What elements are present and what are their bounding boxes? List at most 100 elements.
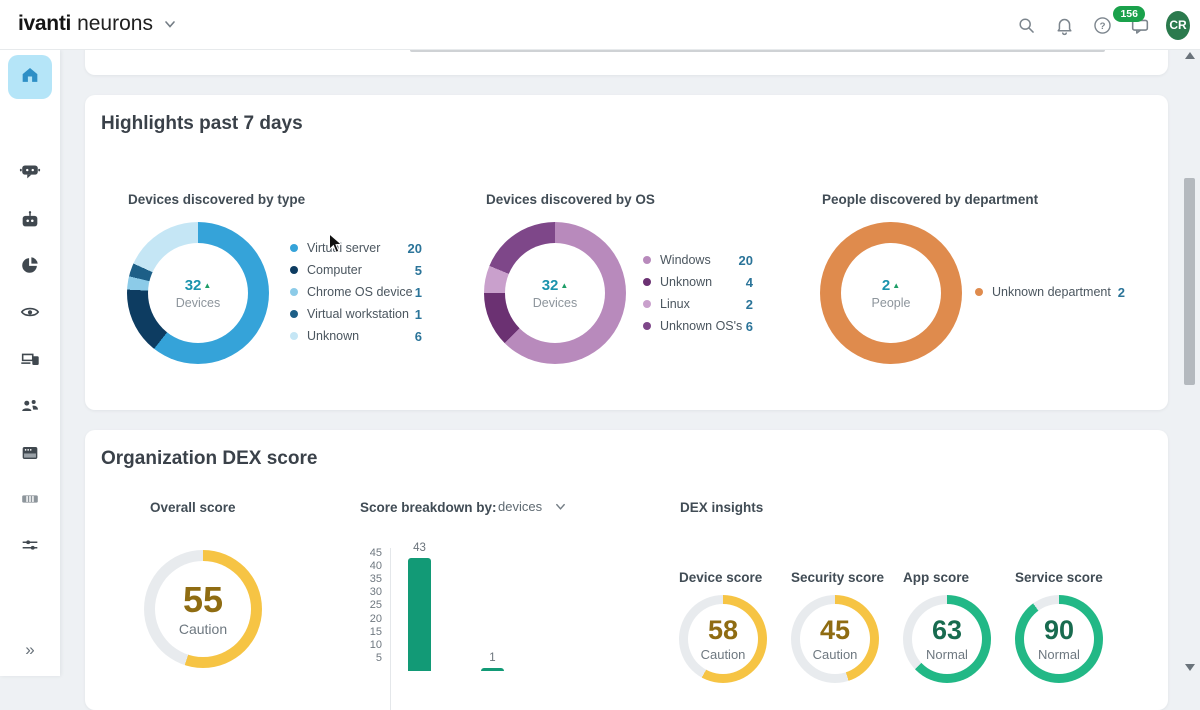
devices-icon — [19, 348, 41, 375]
legend-dot — [643, 256, 651, 264]
legend-item[interactable]: Unknown department2 — [975, 284, 1125, 300]
legend-dot — [643, 278, 651, 286]
legend-dot — [290, 310, 298, 318]
legend-dot — [643, 300, 651, 308]
trend-up-icon: ▲ — [560, 281, 568, 290]
dex-insights-label: DEX insights — [680, 500, 763, 515]
donut-center: 2▲ People — [841, 243, 941, 343]
app-score-block: App score 63Normal — [903, 570, 1015, 683]
donut-people-by-department[interactable]: 2▲ People — [820, 222, 962, 364]
home-icon — [19, 64, 41, 91]
score-breakdown-bar-chart[interactable]: 45403530252015105431 — [360, 540, 680, 710]
chart-title-people-by-department: People discovered by department — [822, 192, 1038, 207]
app-score-gauge: 63Normal — [903, 595, 991, 683]
sidebar-item-analytics[interactable] — [8, 245, 52, 289]
app-logo[interactable]: ivanti neurons — [18, 12, 177, 36]
dex-score-card: Organization DEX score Overall score 55 … — [85, 430, 1168, 710]
legend-item[interactable]: Chrome OS device1 — [290, 284, 422, 300]
notification-count-badge[interactable]: 156 — [1113, 6, 1145, 22]
device-score-gauge: 58Caution — [679, 595, 767, 683]
app-window-icon — [19, 442, 41, 469]
table-icon — [19, 488, 41, 515]
search-icon[interactable] — [1014, 13, 1038, 37]
service-score-block: Service score 90Normal — [1015, 570, 1127, 683]
sidebar-item-assistant[interactable] — [8, 151, 52, 195]
donut-center: 32▲ Devices — [148, 243, 248, 343]
overall-score-gauge: 55 Caution — [144, 550, 262, 668]
y-axis-tick: 10 — [360, 639, 382, 651]
scrollbar-down-arrow[interactable] — [1185, 664, 1195, 671]
overall-score-value: 55 — [183, 582, 223, 618]
legend-item[interactable]: Virtual server20 — [290, 240, 422, 256]
legend-item[interactable]: Unknown OS's6 — [643, 318, 753, 334]
bar[interactable] — [481, 668, 504, 671]
trend-up-icon: ▲ — [203, 281, 211, 290]
chart-title-devices-by-os: Devices discovered by OS — [486, 192, 655, 207]
highlights-card: Highlights past 7 days Devices discovere… — [85, 95, 1168, 410]
legend-item[interactable]: Windows20 — [643, 252, 753, 268]
notifications-bell-icon[interactable] — [1052, 13, 1076, 37]
bar[interactable] — [408, 558, 431, 671]
help-icon[interactable]: ? — [1090, 13, 1114, 37]
svg-text:?: ? — [1099, 21, 1105, 32]
y-axis-line — [390, 548, 391, 710]
logo-neurons: neurons — [77, 12, 153, 36]
legend-item[interactable]: Unknown6 — [290, 328, 422, 344]
donut-devices-by-os[interactable]: 32▲ Devices — [484, 222, 626, 364]
sidebar-item-workspace[interactable] — [8, 433, 52, 477]
legend-dot — [290, 266, 298, 274]
bar-value-label: 43 — [398, 542, 441, 554]
device-score-block: Device score 58Caution — [679, 570, 791, 683]
trend-up-icon: ▲ — [892, 281, 900, 290]
y-axis-tick: 15 — [360, 626, 382, 638]
legend-dot — [290, 332, 298, 340]
legend-item[interactable]: Linux2 — [643, 296, 753, 312]
breakdown-select[interactable]: devices — [498, 499, 567, 514]
donut-devices-by-type[interactable]: 32▲ Devices — [127, 222, 269, 364]
logo-ivanti: ivanti — [18, 12, 71, 36]
legend-dot — [975, 288, 983, 296]
sliders-icon — [19, 534, 41, 561]
scrollbar-thumb[interactable] — [1184, 178, 1195, 385]
service-score-gauge: 90Normal — [1015, 595, 1103, 683]
legend-item[interactable]: Computer5 — [290, 262, 422, 278]
chevron-down-icon[interactable] — [163, 17, 177, 31]
legend-people-by-department: Unknown department2 — [975, 284, 1125, 306]
pie-chart-icon — [19, 254, 41, 281]
legend-dot — [643, 322, 651, 330]
legend-item[interactable]: Unknown4 — [643, 274, 753, 290]
security-score-gauge: 45Caution — [791, 595, 879, 683]
sidebar-item-bots[interactable] — [8, 200, 52, 244]
eye-icon — [19, 301, 41, 328]
chart-title-devices-by-type: Devices discovered by type — [128, 192, 305, 207]
bar-value-label: 1 — [471, 652, 514, 664]
people-icon — [19, 394, 41, 421]
sidebar-item-admin[interactable] — [8, 525, 52, 569]
y-axis-tick: 5 — [360, 652, 382, 664]
scrollbar-up-arrow[interactable] — [1185, 52, 1195, 59]
highlights-title: Highlights past 7 days — [101, 113, 303, 135]
legend-item[interactable]: Virtual workstation1 — [290, 306, 422, 322]
chat-bot-icon — [19, 160, 41, 187]
sidebar-item-licenses[interactable] — [8, 479, 52, 523]
sidebar-item-home[interactable] — [8, 55, 52, 99]
sidebar-item-devices[interactable] — [8, 339, 52, 383]
y-axis-tick: 45 — [360, 547, 382, 559]
sidebar-item-people[interactable] — [8, 385, 52, 429]
legend-dot — [290, 288, 298, 296]
overall-score-label: Overall score — [150, 500, 236, 515]
user-avatar[interactable]: CR — [1166, 13, 1190, 37]
top-header: ivanti neurons ? CR 156 — [0, 0, 1200, 50]
sidebar-item-discovery[interactable] — [8, 292, 52, 336]
robot-icon — [19, 209, 41, 236]
chevron-down-icon — [554, 500, 567, 513]
y-axis-tick: 40 — [360, 560, 382, 572]
y-axis-tick: 30 — [360, 586, 382, 598]
left-sidebar: » — [0, 50, 60, 676]
sidebar-expand-button[interactable]: » — [8, 635, 52, 665]
overall-score-status: Caution — [179, 621, 227, 637]
score-breakdown-label: Score breakdown by: — [360, 500, 497, 515]
legend-dot — [290, 244, 298, 252]
y-axis-tick: 35 — [360, 573, 382, 585]
security-score-block: Security score 45Caution — [791, 570, 903, 683]
